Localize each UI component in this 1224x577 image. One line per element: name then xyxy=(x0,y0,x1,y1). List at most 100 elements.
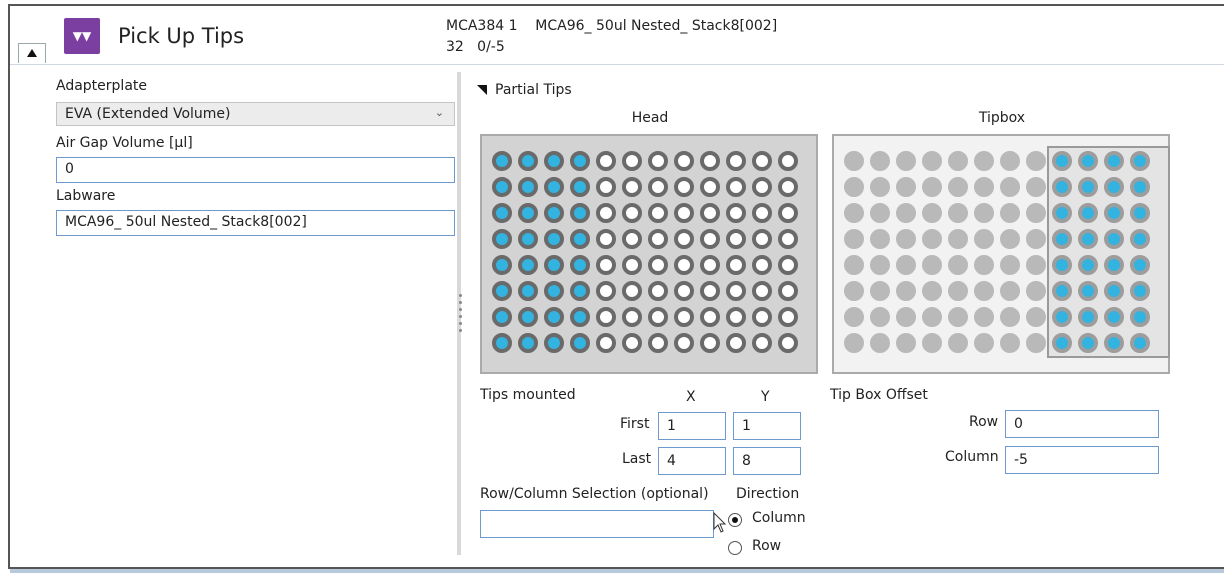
head-well[interactable] xyxy=(518,255,538,275)
tipbox-well[interactable] xyxy=(1052,307,1072,327)
tipbox-well[interactable] xyxy=(1052,229,1072,249)
head-well[interactable] xyxy=(544,229,564,249)
head-well[interactable] xyxy=(648,229,668,249)
tipbox-well[interactable] xyxy=(1078,151,1098,171)
tipbox-well[interactable] xyxy=(1026,177,1046,197)
tipbox-well[interactable] xyxy=(896,333,916,353)
head-well[interactable] xyxy=(596,177,616,197)
tipbox-well[interactable] xyxy=(1026,229,1046,249)
head-well[interactable] xyxy=(570,307,590,327)
head-well[interactable] xyxy=(596,281,616,301)
tipbox-well[interactable] xyxy=(1000,281,1020,301)
last-x-input[interactable]: 4 xyxy=(658,447,726,475)
tipbox-well[interactable] xyxy=(922,203,942,223)
head-well[interactable] xyxy=(726,229,746,249)
head-well[interactable] xyxy=(726,203,746,223)
head-well[interactable] xyxy=(674,333,694,353)
labware-input[interactable]: MCA96_ 50ul Nested_ Stack8[002] xyxy=(56,210,455,236)
direction-column-label[interactable]: Column xyxy=(752,510,806,526)
tipbox-well[interactable] xyxy=(844,203,864,223)
tipbox-well[interactable] xyxy=(1052,281,1072,301)
tipbox-well[interactable] xyxy=(1000,229,1020,249)
tipbox-well[interactable] xyxy=(922,281,942,301)
head-well[interactable] xyxy=(752,307,772,327)
head-well[interactable] xyxy=(778,281,798,301)
head-well[interactable] xyxy=(752,203,772,223)
tipbox-well[interactable] xyxy=(974,281,994,301)
head-well[interactable] xyxy=(726,333,746,353)
head-well[interactable] xyxy=(596,203,616,223)
tipbox-well[interactable] xyxy=(1052,177,1072,197)
tipbox-well[interactable] xyxy=(1000,307,1020,327)
tipbox-well[interactable] xyxy=(1130,307,1150,327)
head-well[interactable] xyxy=(648,177,668,197)
head-well[interactable] xyxy=(700,333,720,353)
selection-input[interactable] xyxy=(480,510,714,538)
tipbox-well[interactable] xyxy=(870,307,890,327)
tipbox-well[interactable] xyxy=(1078,281,1098,301)
head-well[interactable] xyxy=(622,229,642,249)
head-well[interactable] xyxy=(570,229,590,249)
tipbox-well[interactable] xyxy=(1052,203,1072,223)
tipbox-well[interactable] xyxy=(948,229,968,249)
head-well[interactable] xyxy=(726,177,746,197)
head-well[interactable] xyxy=(518,151,538,171)
tipbox-well[interactable] xyxy=(922,151,942,171)
tipbox-well[interactable] xyxy=(948,307,968,327)
tipbox-well[interactable] xyxy=(1026,203,1046,223)
tipbox-well[interactable] xyxy=(974,203,994,223)
head-well[interactable] xyxy=(648,307,668,327)
head-well[interactable] xyxy=(752,333,772,353)
tipbox-well[interactable] xyxy=(844,333,864,353)
head-well[interactable] xyxy=(544,151,564,171)
tipbox-well[interactable] xyxy=(1026,151,1046,171)
head-well[interactable] xyxy=(622,177,642,197)
direction-column-radio[interactable] xyxy=(728,513,742,527)
tipbox-well[interactable] xyxy=(896,151,916,171)
head-well[interactable] xyxy=(778,229,798,249)
adapterplate-select[interactable]: EVA (Extended Volume) ⌄ xyxy=(56,102,455,126)
tipbox-well[interactable] xyxy=(1052,255,1072,275)
head-well[interactable] xyxy=(570,177,590,197)
tipbox-well[interactable] xyxy=(844,281,864,301)
head-well[interactable] xyxy=(492,203,512,223)
tipbox-well[interactable] xyxy=(870,333,890,353)
tipbox-well[interactable] xyxy=(844,177,864,197)
head-well[interactable] xyxy=(622,203,642,223)
head-well[interactable] xyxy=(778,333,798,353)
tipbox-well[interactable] xyxy=(948,177,968,197)
tipbox-well[interactable] xyxy=(948,151,968,171)
tipbox-well[interactable] xyxy=(948,333,968,353)
head-well[interactable] xyxy=(778,255,798,275)
tipbox-well[interactable] xyxy=(1078,203,1098,223)
head-well[interactable] xyxy=(674,281,694,301)
tipbox-well[interactable] xyxy=(1104,177,1124,197)
head-well[interactable] xyxy=(544,177,564,197)
head-well[interactable] xyxy=(596,307,616,327)
head-well[interactable] xyxy=(492,229,512,249)
head-well[interactable] xyxy=(596,255,616,275)
head-well[interactable] xyxy=(752,151,772,171)
tipbox-well[interactable] xyxy=(1052,333,1072,353)
tipbox-well[interactable] xyxy=(974,177,994,197)
head-well[interactable] xyxy=(492,177,512,197)
tipbox-well[interactable] xyxy=(1104,281,1124,301)
head-well[interactable] xyxy=(700,203,720,223)
tipbox-well[interactable] xyxy=(1078,255,1098,275)
direction-row-label[interactable]: Row xyxy=(752,538,781,554)
tipbox-well[interactable] xyxy=(844,255,864,275)
head-well[interactable] xyxy=(544,255,564,275)
head-well[interactable] xyxy=(544,333,564,353)
head-well[interactable] xyxy=(726,281,746,301)
tipbox-well[interactable] xyxy=(1130,203,1150,223)
head-well[interactable] xyxy=(492,255,512,275)
head-well[interactable] xyxy=(700,151,720,171)
tipbox-well[interactable] xyxy=(1104,307,1124,327)
airgap-input[interactable]: 0 xyxy=(56,157,455,183)
head-well[interactable] xyxy=(674,229,694,249)
tipbox-well[interactable] xyxy=(896,203,916,223)
tipbox-well[interactable] xyxy=(948,203,968,223)
first-y-input[interactable]: 1 xyxy=(733,412,801,440)
tipbox-well[interactable] xyxy=(974,151,994,171)
head-well[interactable] xyxy=(700,229,720,249)
